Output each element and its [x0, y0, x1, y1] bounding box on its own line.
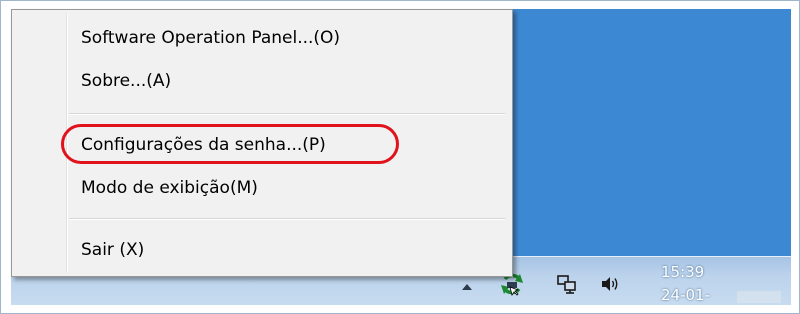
- clock-time[interactable]: 15:39: [661, 263, 781, 281]
- menu-item-modo-de-exibicao[interactable]: Modo de exibição(M): [15, 170, 509, 208]
- menu-separator: [69, 113, 505, 115]
- menu-item-software-operation-panel[interactable]: Software Operation Panel...(O): [15, 20, 509, 58]
- highlight-ring: [61, 124, 399, 164]
- menu-item-sobre[interactable]: Sobre...(A): [15, 63, 509, 101]
- menu-item-label: Sair (X): [81, 240, 145, 260]
- clock-date[interactable]: 24-01-: [661, 286, 741, 304]
- network-icon[interactable]: [556, 273, 578, 295]
- menu-item-label: Modo de exibição(M): [81, 178, 258, 198]
- menu-item-sair[interactable]: Sair (X): [15, 232, 509, 270]
- menu-separator: [69, 218, 505, 220]
- menu-item-label: Sobre...(A): [81, 71, 172, 91]
- screenshot-frame: 15:39 24-01- Software Operation Panel...…: [0, 0, 800, 314]
- show-hidden-icons-arrow-icon[interactable]: [462, 284, 472, 290]
- date-redaction: [737, 291, 781, 303]
- menu-item-label: Software Operation Panel...(O): [81, 28, 341, 48]
- context-menu: Software Operation Panel...(O) Sobre...(…: [11, 9, 513, 277]
- volume-icon[interactable]: [599, 273, 621, 295]
